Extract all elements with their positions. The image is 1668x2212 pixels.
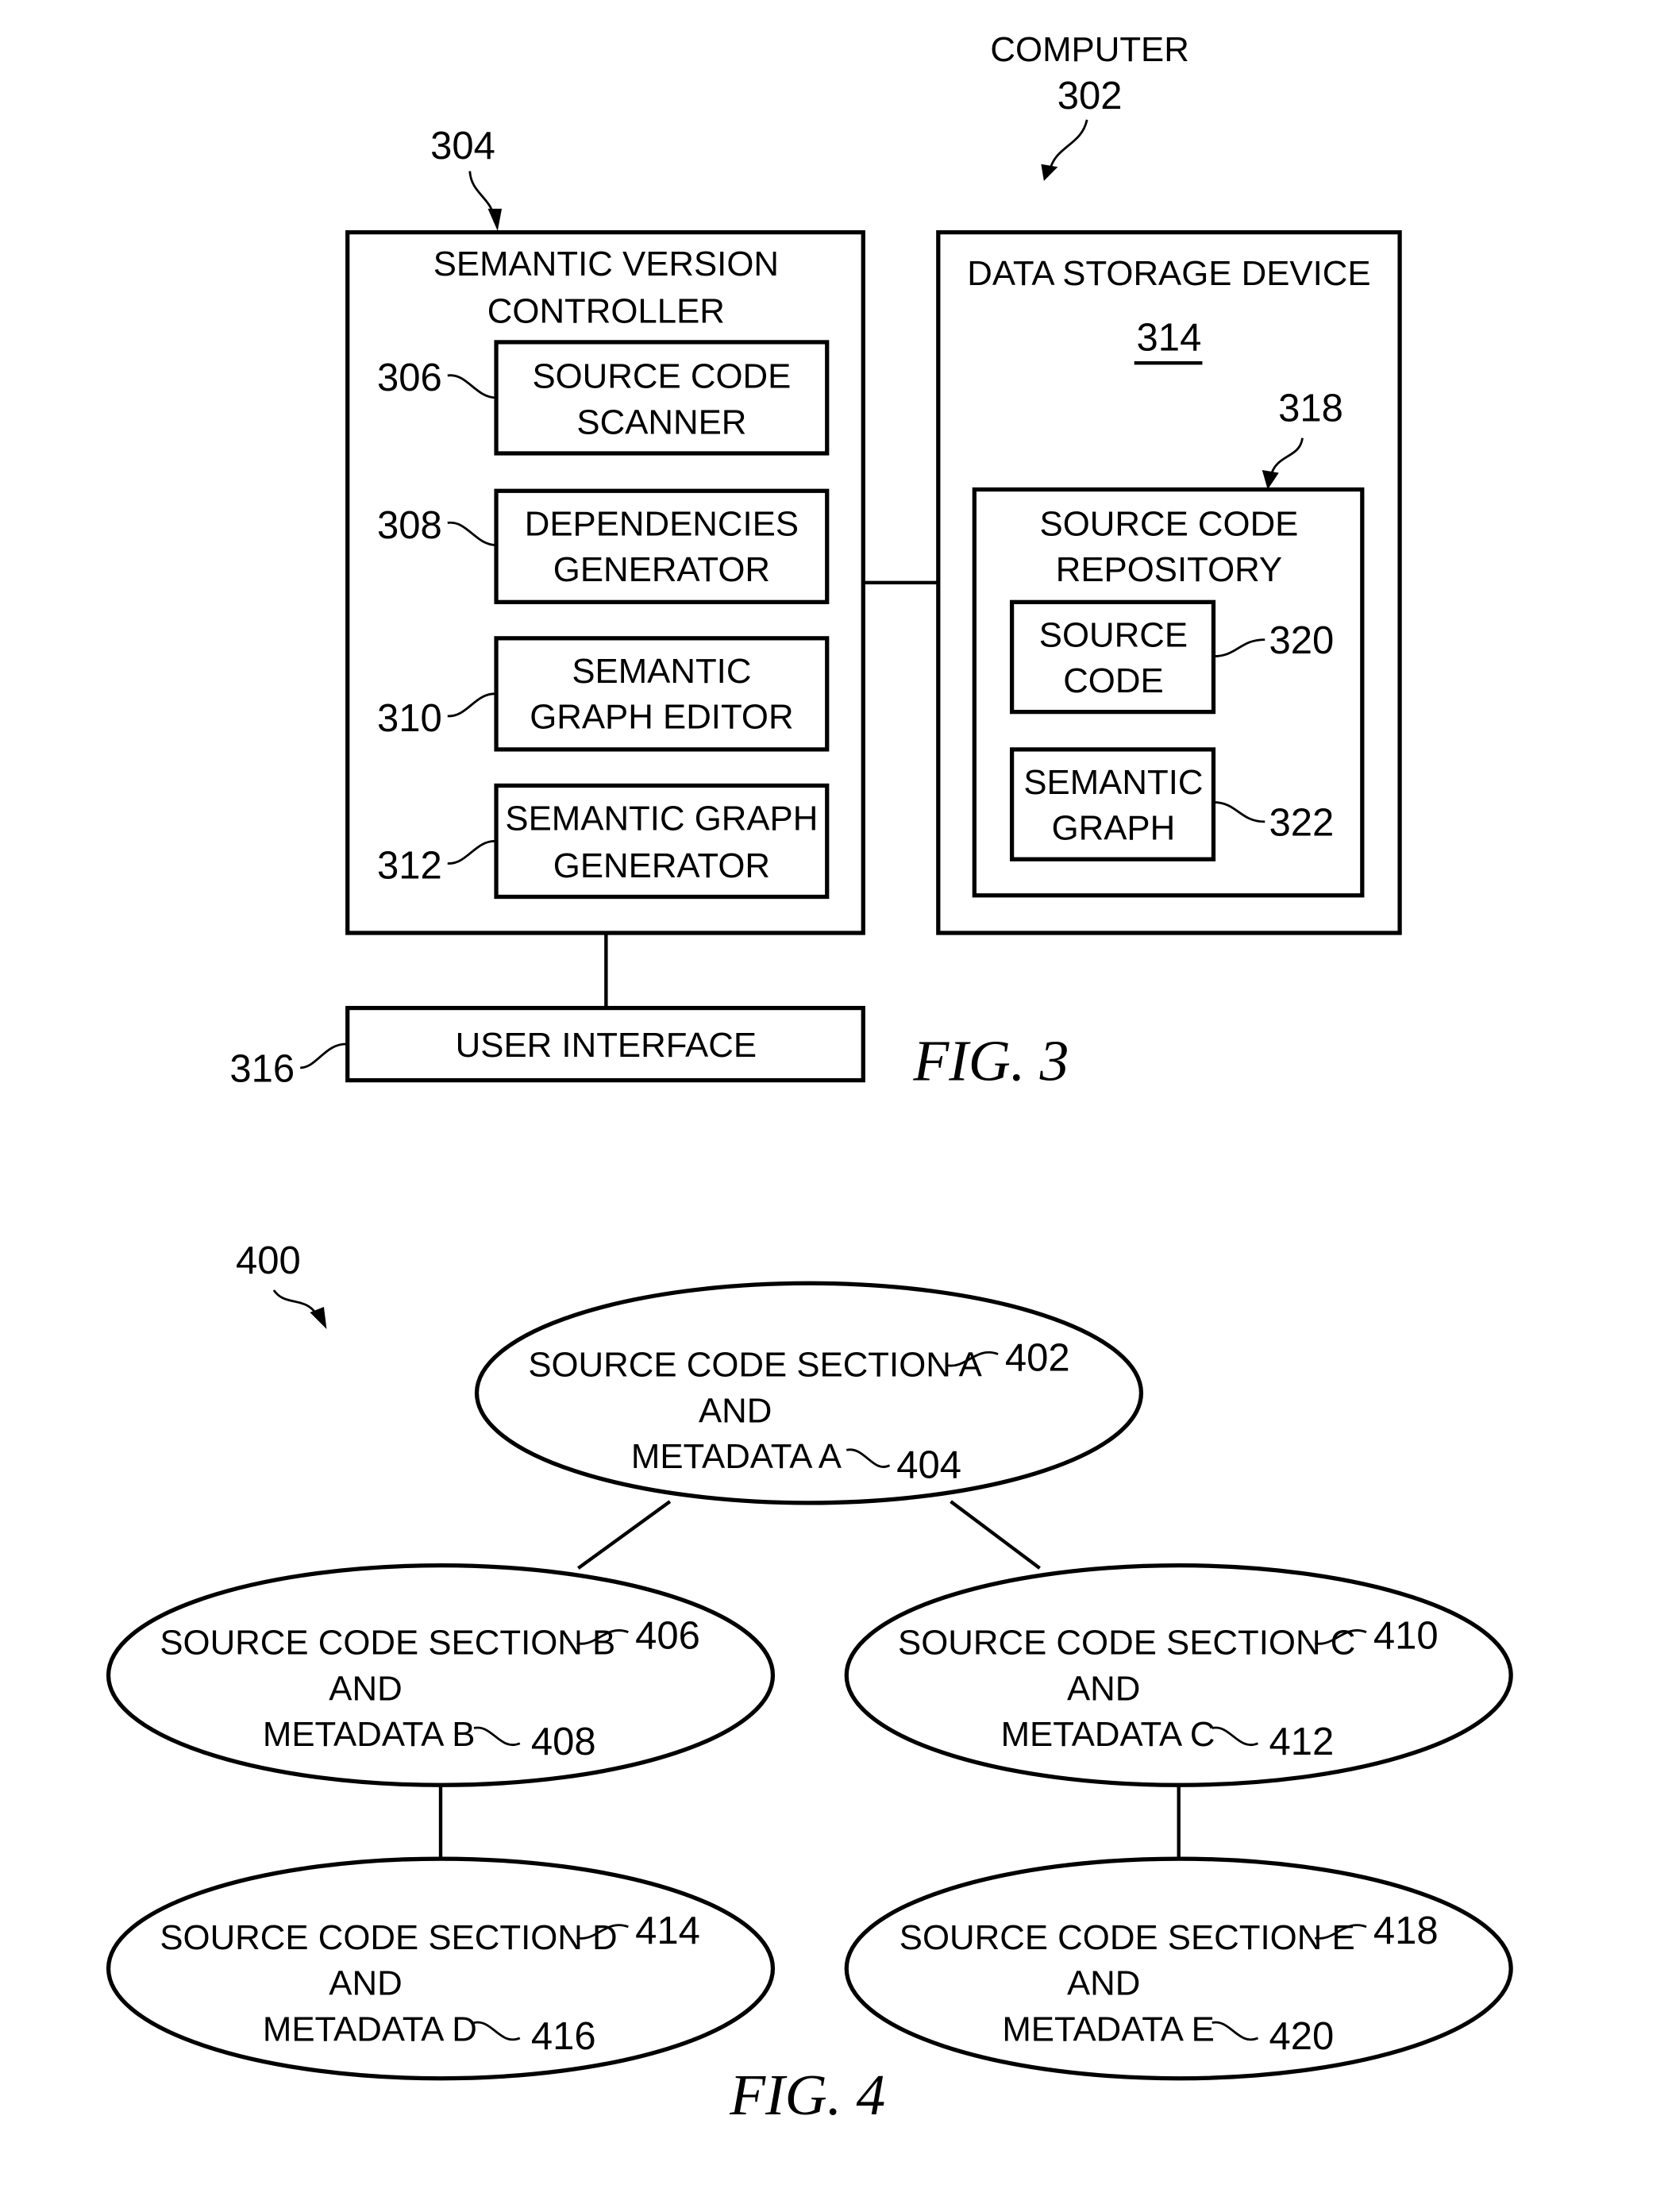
graph-generator-line1: SEMANTIC GRAPH [505,799,818,838]
node-a-metadata: METADATA A [631,1437,842,1476]
graph-generator-line2: GENERATOR [553,846,770,885]
fig4-caption: FIG. 4 [729,2062,885,2127]
user-interface-ref: 316 [229,1047,295,1090]
node-b-section: SOURCE CODE SECTION B [160,1624,615,1663]
tree-node-e: SOURCE CODE SECTION E AND METADATA E 418… [844,1856,1513,2081]
repository-line1: SOURCE CODE [1040,504,1299,543]
node-d-metadata: METADATA D [263,2010,477,2048]
scanner-line1: SOURCE CODE [532,357,791,396]
scanner-line2: SCANNER [576,403,746,441]
repository-line2: REPOSITORY [1056,550,1282,589]
edge-a-b [577,1500,672,1570]
node-c-section-ref: 410 [1373,1615,1439,1658]
node-c-and: AND [1067,1669,1140,1708]
source-code-line1: SOURCE [1039,615,1188,654]
user-interface-leader-line [300,1042,348,1069]
storage-ref: 314 [1137,316,1202,359]
node-a-metadata-ref: 404 [896,1443,961,1486]
edge-a-c [950,1500,1041,1570]
controller-ref: 304 [430,125,495,168]
computer-arrowhead-icon [1041,164,1058,181]
node-c-metadata: METADATA C [1001,1715,1215,1754]
source-code-line2: CODE [1063,661,1163,700]
computer-ref: 302 [1057,75,1123,118]
computer-label: COMPUTER [990,30,1188,69]
controller-title-line1: SEMANTIC VERSION [433,245,779,283]
fig4-ref: 400 [236,1239,301,1282]
node-d-section: SOURCE CODE SECTION D [160,1918,617,1957]
node-e-section-ref: 418 [1373,1909,1439,1952]
graph-editor-ref: 310 [377,697,442,740]
controller-title-line2: CONTROLLER [487,291,725,330]
node-d-section-ref: 414 [635,1909,700,1952]
node-c-metadata-ref: 412 [1269,1721,1335,1763]
node-b-metadata-ref: 408 [531,1721,596,1763]
node-b-metadata: METADATA B [263,1715,476,1754]
graph-editor-line1: SEMANTIC [572,652,751,691]
node-b-section-ref: 406 [635,1615,700,1658]
controller-arrowhead-icon [487,208,503,231]
node-d-metadata-ref: 416 [531,2015,596,2058]
fig4: 400 SOURCE CODE SECTION A AND METADATA A… [106,1239,1513,2127]
dependencies-ref: 308 [377,504,442,547]
node-e-section: SOURCE CODE SECTION E [899,1918,1355,1957]
semantic-graph-ref: 322 [1269,801,1335,844]
tree-node-a: SOURCE CODE SECTION A AND METADATA A 402… [474,1281,1144,1505]
graph-generator-ref: 312 [377,845,442,888]
node-c-section: SOURCE CODE SECTION C [898,1624,1355,1663]
tree-node-b: SOURCE CODE SECTION B AND METADATA B 406… [106,1563,776,1787]
fig3: COMPUTER 302 304 SEMANTIC VERSION CONTRO… [229,30,1402,1093]
node-a-section: SOURCE CODE SECTION A [528,1346,982,1385]
fig4-pointer-arrow [272,1289,318,1316]
tree-node-d: SOURCE CODE SECTION D AND METADATA D 414… [106,1856,776,2081]
storage-title: DATA STORAGE DEVICE [967,254,1370,293]
semantic-graph-line2: GRAPH [1052,809,1176,848]
tree-node-c: SOURCE CODE SECTION C AND METADATA C 410… [844,1563,1513,1787]
scanner-ref: 306 [377,356,442,399]
node-a-section-ref: 402 [1005,1337,1070,1380]
dependencies-line2: GENERATOR [553,550,770,589]
computer-pointer-arrow [1048,119,1088,173]
graph-editor-line2: GRAPH EDITOR [530,698,793,737]
source-code-ref: 320 [1269,619,1335,662]
node-b-and: AND [329,1669,402,1708]
semantic-graph-line1: SEMANTIC [1023,763,1203,802]
repository-ref: 318 [1278,387,1343,430]
node-e-metadata-ref: 420 [1269,2015,1335,2058]
patent-figures: COMPUTER 302 304 SEMANTIC VERSION CONTRO… [106,30,1513,2127]
fig3-caption: FIG. 3 [912,1028,1069,1093]
dependencies-line1: DEPENDENCIES [525,504,799,543]
node-a-and: AND [699,1391,772,1430]
user-interface-label: USER INTERFACE [456,1026,757,1065]
node-e-metadata: METADATA E [1002,2010,1215,2048]
node-d-and: AND [329,1964,402,2003]
node-e-and: AND [1067,1964,1140,2003]
